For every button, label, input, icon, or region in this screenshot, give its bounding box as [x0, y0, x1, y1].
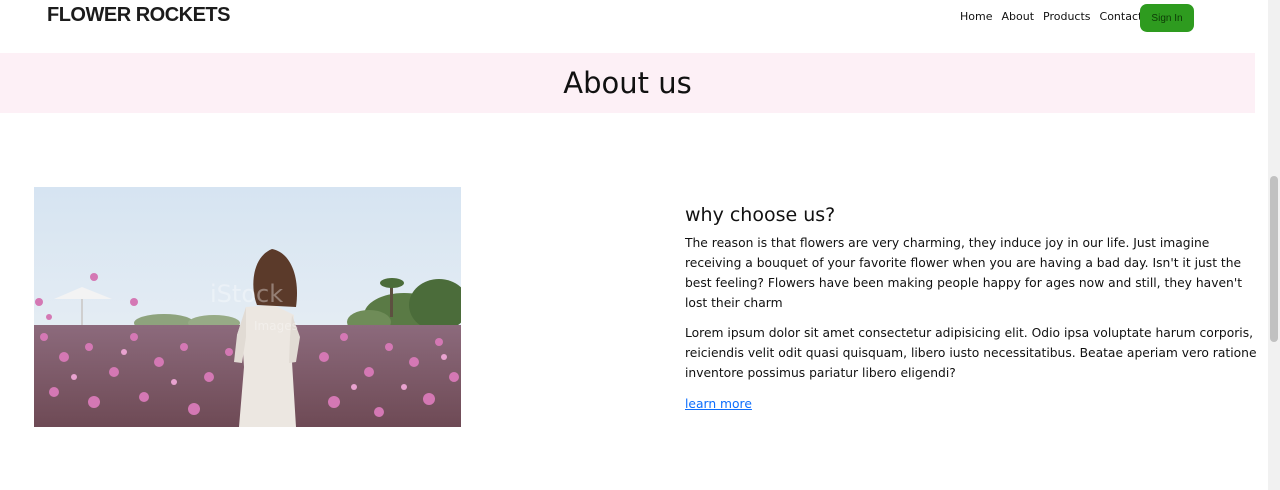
sign-in-button[interactable]: Sign In [1140, 4, 1194, 32]
section-paragraph-2: Lorem ipsum dolor sit amet consectetur a… [685, 326, 1257, 380]
nav-links: Home About Products Contact [960, 10, 1142, 24]
about-banner: About us [0, 53, 1255, 113]
scrollbar-thumb[interactable] [1270, 176, 1278, 342]
photo-watermark: iStock [210, 280, 283, 308]
brand-logo-text[interactable]: FLOWER ROCKETS [47, 4, 231, 27]
flower-field-photo: iStock Images [34, 187, 461, 427]
section-paragraph-1: The reason is that flowers are very char… [685, 236, 1243, 310]
section-heading: why choose us? [685, 204, 836, 226]
learn-more-link[interactable]: learn more [685, 397, 752, 411]
nav-link-contact[interactable]: Contact [1100, 10, 1143, 24]
photo-watermark-sub: Images [254, 319, 298, 333]
navbar: FLOWER ROCKETS Home About Products Conta… [0, 0, 1256, 36]
nav-link-about[interactable]: About [1001, 10, 1034, 24]
why-choose-us-section: why choose us? The reason is that flower… [685, 204, 1260, 412]
page-title: About us [563, 66, 692, 100]
nav-link-products[interactable]: Products [1043, 10, 1091, 24]
nav-link-home[interactable]: Home [960, 10, 992, 24]
